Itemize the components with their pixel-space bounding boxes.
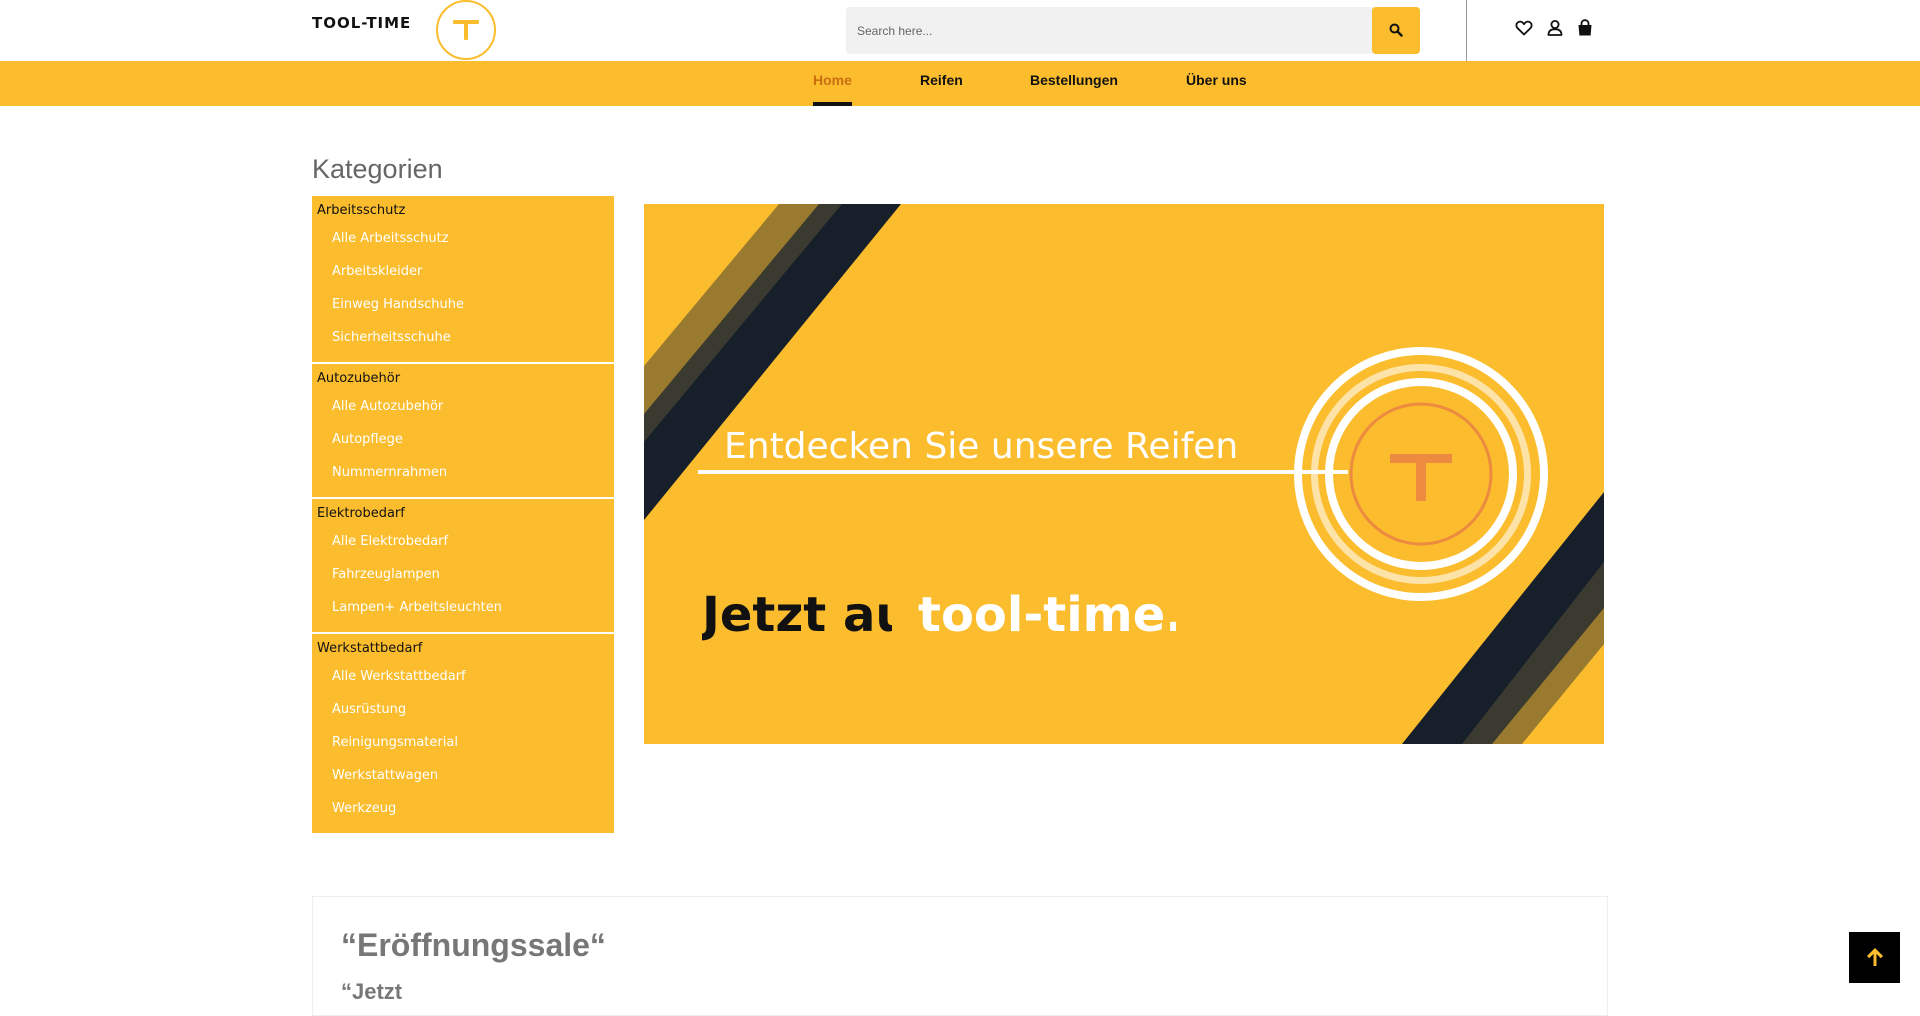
subcategory-link[interactable]: Alle Werkstattbedarf	[312, 660, 614, 693]
search-button[interactable]	[1372, 7, 1420, 54]
search-icon	[1389, 23, 1403, 37]
nav-home[interactable]: Home	[813, 61, 852, 106]
banner-graphic	[644, 204, 1604, 744]
sale-title: “Eröffnungssale“	[341, 927, 606, 963]
header-divider	[1466, 0, 1467, 61]
subcategory-link[interactable]: Sicherheitsschuhe	[312, 321, 614, 354]
subcategory-link[interactable]: Reinigungsmaterial	[312, 726, 614, 759]
hero-banner[interactable]: Entdecken Sie unsere Reifen Jetzt auf to…	[644, 204, 1604, 744]
site-header: TOOL-TIME	[0, 0, 1920, 61]
subcategory-link[interactable]: Lampen+ Arbeitsleuchten	[312, 591, 614, 624]
nav-bestellungen-label: Bestellungen	[1030, 72, 1118, 88]
heart-icon[interactable]	[1514, 18, 1534, 38]
nav-home-label: Home	[813, 72, 852, 88]
category-elektrobedarf[interactable]: Elektrobedarf	[312, 503, 614, 525]
category-group: Autozubehör Alle Autozubehör Autopflege …	[312, 364, 614, 499]
search-input[interactable]	[846, 7, 1372, 54]
subcategory-link[interactable]: Nummernrahmen	[312, 456, 614, 489]
banner-underline	[698, 470, 1348, 474]
site-logo[interactable]: TOOL-TIME	[312, 0, 502, 60]
subcategory-link[interactable]: Alle Arbeitsschutz	[312, 222, 614, 255]
category-werkstattbedarf[interactable]: Werkstattbedarf	[312, 638, 614, 660]
subcategory-link[interactable]: Alle Elektrobedarf	[312, 525, 614, 558]
subcategory-link[interactable]: Werkstattwagen	[312, 759, 614, 792]
banner-text-line2: tool-time.ch	[918, 587, 1176, 643]
search-bar	[846, 7, 1420, 54]
category-group: Arbeitsschutz Alle Arbeitsschutz Arbeits…	[312, 196, 614, 364]
subcategory-link[interactable]: Ausrüstung	[312, 693, 614, 726]
category-autozubehoer[interactable]: Autozubehör	[312, 368, 614, 390]
banner-text-line1: Jetzt auf	[702, 587, 892, 643]
nav-ueber-uns-label: Über uns	[1186, 72, 1247, 88]
category-group: Elektrobedarf Alle Elektrobedarf Fahrzeu…	[312, 499, 614, 634]
category-arbeitsschutz[interactable]: Arbeitsschutz	[312, 200, 614, 222]
nav-bestellungen[interactable]: Bestellungen	[1030, 61, 1118, 106]
back-to-top-button[interactable]	[1849, 932, 1900, 983]
category-group: Werkstattbedarf Alle Werkstattbedarf Aus…	[312, 634, 614, 833]
subcategory-link[interactable]: Werkzeug	[312, 792, 614, 825]
subcategory-link[interactable]: Alle Autozubehör	[312, 390, 614, 423]
nav-ueber-uns[interactable]: Über uns	[1186, 61, 1247, 106]
subcategory-link[interactable]: Arbeitskleider	[312, 255, 614, 288]
nav-reifen[interactable]: Reifen	[920, 61, 963, 106]
subcategory-link[interactable]: Einweg Handschuhe	[312, 288, 614, 321]
sale-section: “Eröffnungssale“ “Jetzt	[312, 896, 1608, 1016]
subcategory-link[interactable]: Fahrzeuglampen	[312, 558, 614, 591]
user-icon[interactable]	[1545, 18, 1565, 38]
main-nav: Home Reifen Bestellungen Über uns	[0, 61, 1920, 106]
sale-subtitle: “Jetzt	[341, 979, 403, 1004]
nav-reifen-label: Reifen	[920, 72, 963, 88]
banner-headline: Entdecken Sie unsere Reifen	[724, 426, 1239, 467]
subcategory-link[interactable]: Autopflege	[312, 423, 614, 456]
shopping-bag-icon[interactable]	[1575, 18, 1595, 38]
arrow-up-icon	[1867, 948, 1883, 966]
logo-text: TOOL-TIME	[312, 14, 412, 32]
categories-title: Kategorien	[312, 154, 443, 184]
categories-sidebar: Arbeitsschutz Alle Arbeitsschutz Arbeits…	[312, 196, 614, 833]
logo-circle-icon	[436, 0, 496, 60]
nav-active-indicator	[813, 102, 852, 106]
